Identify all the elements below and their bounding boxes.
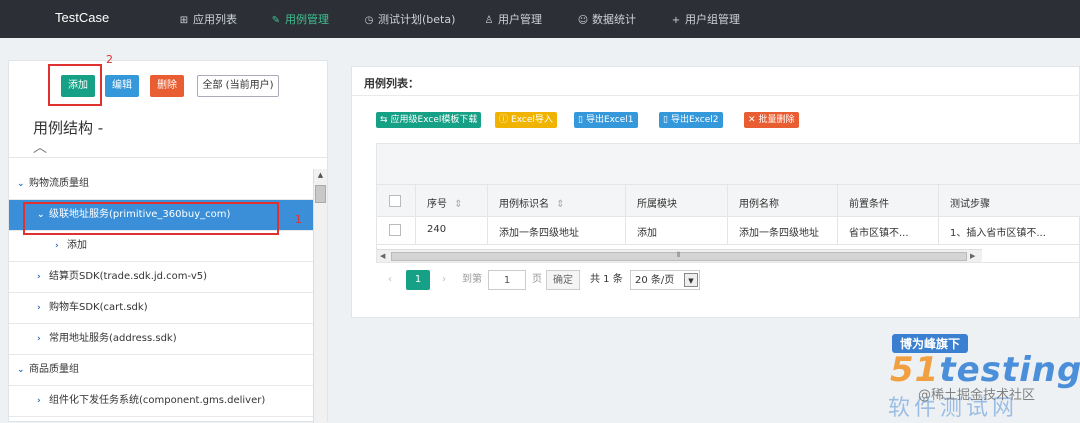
goto-label: 到第	[462, 274, 482, 285]
download-template-button[interactable]: ⇆ 应用级Excel模板下载	[376, 112, 482, 128]
chevron-right-icon: ›	[37, 334, 41, 344]
annotation-label-1: 1	[295, 213, 302, 226]
case-table: 序号 ⇕ 用例标识名 ⇕ 所属模块 用例名称 前置条件 测试步骤 240 添加一…	[376, 143, 1080, 263]
tree-group-product[interactable]: ⌄ 商品质量组	[9, 355, 313, 386]
divider	[727, 184, 728, 244]
case-list-panel: 用例列表： ⇆ 应用级Excel模板下载 ⓘ Excel导入 ▯ 导出Excel1 ▯…	[351, 66, 1080, 318]
trash-icon: ✕	[748, 115, 756, 125]
cell-case-name: 添加一条四级地址	[739, 228, 819, 239]
divider	[9, 157, 327, 158]
scrollbar-thumb[interactable]	[315, 185, 326, 203]
pencil-icon: ✎	[271, 15, 281, 26]
smile-icon: ☺	[577, 15, 589, 26]
divider	[938, 184, 939, 244]
divider	[377, 216, 1080, 217]
brand-logo[interactable]: TestCase	[55, 10, 109, 25]
page-suffix: 页	[532, 274, 542, 285]
nav-item-user-group[interactable]: + 用户组管理	[670, 11, 740, 27]
panel-title: 用例列表：	[364, 77, 419, 90]
goto-page-input[interactable]: 1	[488, 270, 526, 290]
export-excel1-button[interactable]: ▯ 导出Excel1	[574, 112, 638, 128]
clock-icon: ◷	[364, 15, 374, 26]
chevron-down-icon: ⌄	[17, 179, 25, 189]
tree-scrollbar[interactable]: ▲	[313, 169, 327, 423]
cell-precondition: 省市区镇不...	[849, 228, 909, 239]
prev-page-button[interactable]: ‹	[388, 270, 392, 290]
user-icon: ♙	[484, 15, 494, 26]
pagination: ‹ 1 › 到第 1 页 确定 共 1 条 20 条/页 ▼	[376, 267, 1080, 293]
edit-button[interactable]: 编辑	[105, 75, 139, 97]
column-header-precondition[interactable]: 前置条件	[849, 195, 889, 210]
tree-leaf-add[interactable]: › 添加	[9, 231, 313, 262]
column-header-module[interactable]: 所属模块	[637, 195, 677, 210]
page-size-select[interactable]: 20 条/页 ▼	[630, 270, 700, 290]
chevron-right-icon: ›	[37, 396, 41, 406]
file-icon: ▯	[578, 115, 583, 125]
annotation-box-add	[48, 64, 102, 106]
tree-node-checkout-sdk[interactable]: › 结算页SDK(trade.sdk.jd.com-v5)	[9, 262, 313, 293]
export-excel2-button[interactable]: ▯ 导出Excel2	[659, 112, 723, 128]
collapse-chevron-icon[interactable]: ︿	[33, 137, 47, 157]
cell-steps: 1、插入省市区镇不...	[950, 228, 1046, 239]
sort-icon: ⇕	[556, 199, 565, 210]
import-icon: ⇆	[380, 115, 388, 125]
sort-icon: ⇕	[454, 199, 463, 210]
filter-all-button[interactable]: 全部 (当前用户)	[197, 75, 279, 97]
column-header-case-name[interactable]: 用例名称	[739, 195, 779, 210]
column-header-steps[interactable]: 测试步骤	[950, 195, 990, 210]
chevron-right-icon: ›	[37, 303, 41, 313]
annotation-label-2: 2	[106, 53, 113, 66]
scroll-right-icon[interactable]: ▶	[970, 250, 975, 262]
tree-node-address-sdk[interactable]: › 常用地址服务(address.sdk)	[9, 324, 313, 355]
case-tree-panel: 添加 编辑 删除 全部 (当前用户) 2 用例结构 - ︿ ⌄ 购物流质量组 ⌄ 级…	[8, 53, 328, 423]
chevron-right-icon: ›	[37, 272, 41, 282]
nav-item-app-list[interactable]: ⊞ 应用列表	[178, 11, 237, 27]
annotation-box-selected-node	[23, 202, 279, 235]
delete-button[interactable]: 删除	[150, 75, 184, 97]
divider	[377, 184, 1080, 185]
scroll-up-icon[interactable]: ▲	[314, 169, 327, 181]
divider	[377, 244, 1080, 245]
divider	[625, 184, 626, 244]
divider	[487, 184, 488, 244]
cell-module: 添加	[637, 228, 657, 239]
cell-case-key: 添加一条四级地址	[499, 228, 579, 239]
nav-item-statistics[interactable]: ☺ 数据统计	[577, 11, 636, 27]
divider	[415, 184, 416, 244]
goto-confirm-button[interactable]: 确定	[546, 270, 580, 290]
select-all-checkbox[interactable]	[389, 195, 401, 207]
tree-group-shopping[interactable]: ⌄ 购物流质量组	[9, 169, 313, 200]
scroll-left-icon[interactable]: ◀	[380, 250, 385, 262]
nav-item-case-management[interactable]: ✎ 用例管理	[270, 11, 329, 27]
tree-node-cart-sdk[interactable]: › 购物车SDK(cart.sdk)	[9, 293, 313, 324]
plus-icon: +	[671, 15, 681, 26]
batch-delete-button[interactable]: ✕ 批量删除	[744, 112, 799, 128]
grid-icon: ⊞	[179, 15, 189, 26]
watermark-caption: @稀土掘金技术社区	[918, 388, 1036, 403]
info-icon: ⓘ	[499, 115, 509, 125]
row-checkbox[interactable]	[389, 224, 401, 236]
divider	[352, 95, 1080, 96]
next-page-button[interactable]: ›	[442, 270, 446, 290]
top-navbar: TestCase ⊞ 应用列表 ✎ 用例管理 ◷ 测试计划(beta) ♙ 用户管理 ☺…	[0, 0, 1080, 38]
cell-id: 240	[427, 224, 447, 235]
column-header-id[interactable]: 序号 ⇕	[427, 195, 463, 210]
nav-item-user-management[interactable]: ♙ 用户管理	[483, 11, 542, 27]
tree-node-component-deliver[interactable]: › 组件化下发任务系统(component.gms.deliver)	[9, 386, 313, 417]
dropdown-arrow-icon: ▼	[684, 273, 698, 287]
chevron-right-icon: ›	[55, 241, 59, 251]
tree-title: 用例结构 -	[33, 119, 104, 137]
current-page[interactable]: 1	[406, 270, 430, 290]
grip-icon: ⦀	[677, 251, 681, 259]
table-hscrollbar[interactable]: ◀ ⦀ ▶	[377, 249, 982, 262]
column-header-case-key[interactable]: 用例标识名 ⇕	[499, 195, 565, 210]
divider	[837, 184, 838, 244]
file-icon: ▯	[663, 115, 668, 125]
excel-import-button[interactable]: ⓘ Excel导入	[495, 112, 557, 128]
chevron-down-icon: ⌄	[17, 365, 25, 375]
nav-item-test-plan[interactable]: ◷ 测试计划(beta)	[363, 11, 456, 27]
watermark: 博为峰旗下 51testing 软件测试网 @稀土掘金技术社区	[860, 328, 1080, 422]
total-count: 共 1 条	[590, 274, 623, 285]
